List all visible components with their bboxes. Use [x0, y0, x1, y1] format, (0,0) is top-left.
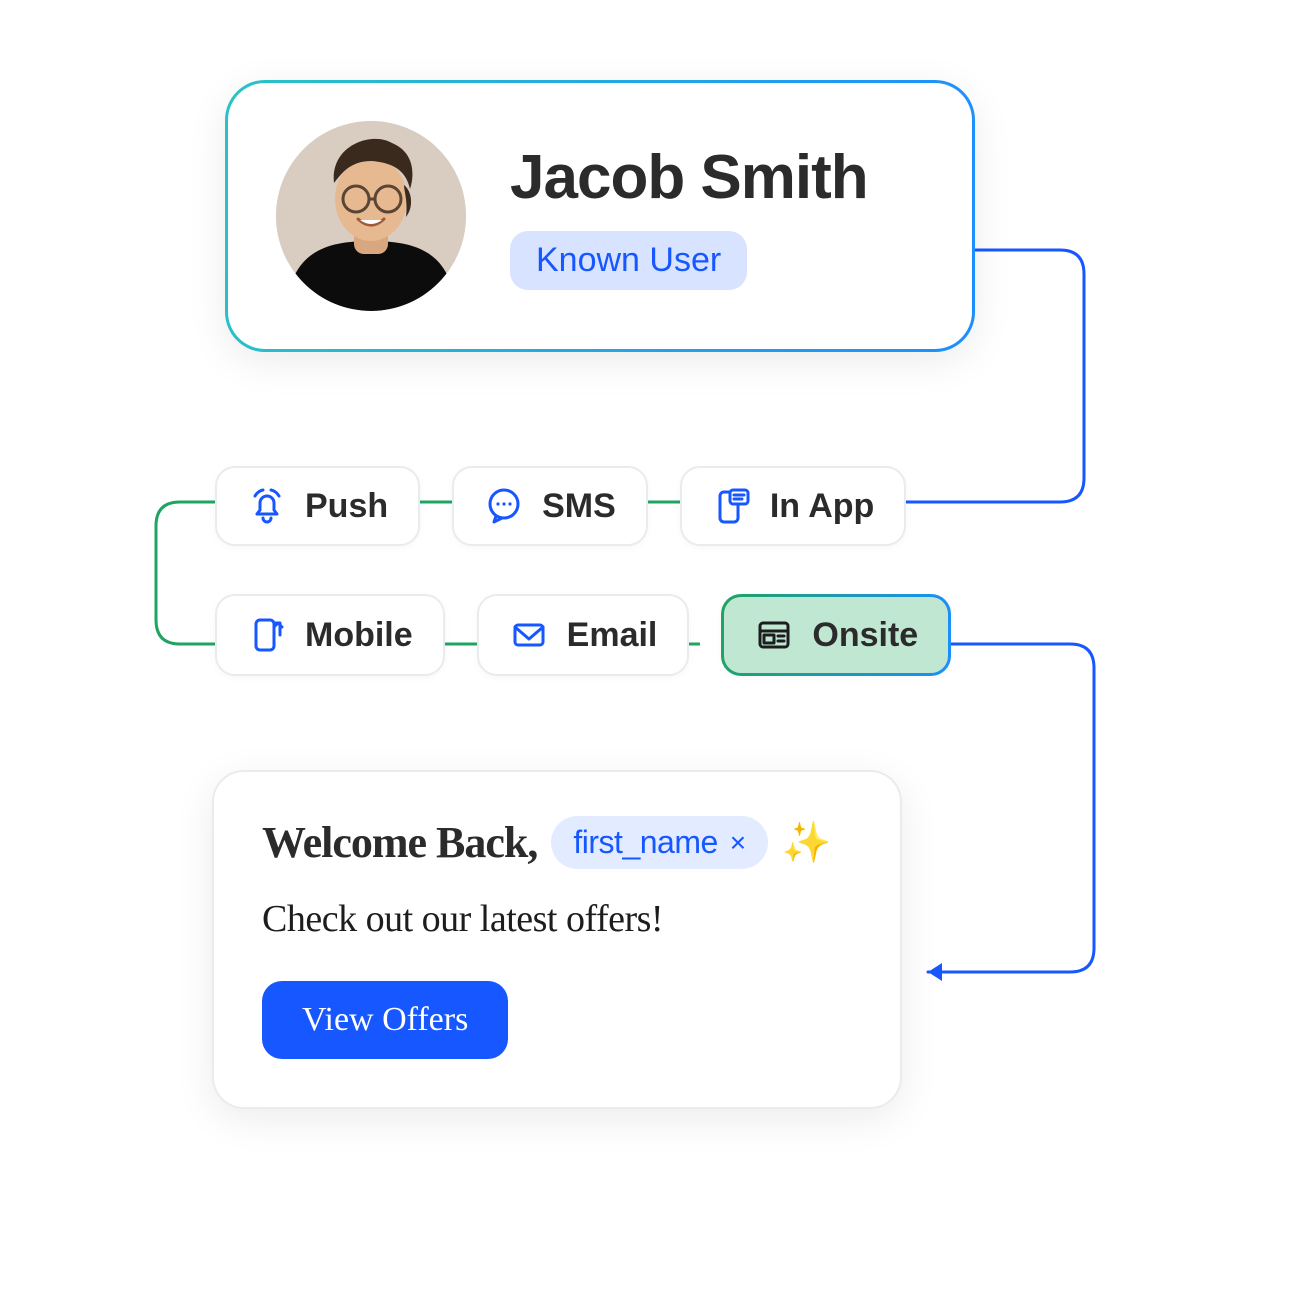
message-title: Welcome Back, first_name × ✨ [262, 816, 852, 869]
avatar [276, 121, 466, 311]
channel-label: Push [305, 487, 388, 526]
channel-label: Onsite [812, 616, 918, 655]
chat-icon [484, 486, 524, 526]
message-title-text: Welcome Back, [262, 817, 537, 868]
user-card: Jacob Smith Known User [225, 80, 975, 352]
channel-pill-push[interactable]: Push [215, 466, 420, 546]
channel-label: Email [567, 616, 658, 655]
variable-tag[interactable]: first_name × [551, 816, 767, 869]
channel-label: SMS [542, 487, 616, 526]
channel-pill-mobile[interactable]: Mobile [215, 594, 445, 676]
user-name: Jacob Smith [510, 142, 868, 213]
channel-row-1: Push SMS [215, 466, 985, 546]
phone-message-icon [712, 486, 752, 526]
close-icon[interactable]: × [730, 829, 746, 857]
channel-row-2: Mobile Email [215, 594, 985, 676]
view-offers-button[interactable]: View Offers [262, 981, 508, 1059]
channel-label: In App [770, 487, 875, 526]
channel-label: Mobile [305, 616, 413, 655]
variable-tag-label: first_name [573, 824, 717, 861]
channel-pill-email[interactable]: Email [477, 594, 690, 676]
bell-icon [247, 486, 287, 526]
message-card: Welcome Back, first_name × ✨ Check out o… [212, 770, 902, 1109]
channels: Push SMS [215, 466, 985, 676]
message-subtitle: Check out our latest offers! [262, 897, 852, 941]
channel-pill-sms[interactable]: SMS [452, 466, 648, 546]
mail-icon [509, 615, 549, 655]
layout-icon [754, 615, 794, 655]
user-meta: Jacob Smith Known User [510, 142, 868, 290]
user-type-badge: Known User [510, 231, 747, 290]
channel-pill-onsite[interactable]: Onsite [721, 594, 951, 676]
sparkle-icon: ✨ [782, 819, 831, 866]
phone-icon [247, 615, 287, 655]
channel-pill-inapp[interactable]: In App [680, 466, 907, 546]
